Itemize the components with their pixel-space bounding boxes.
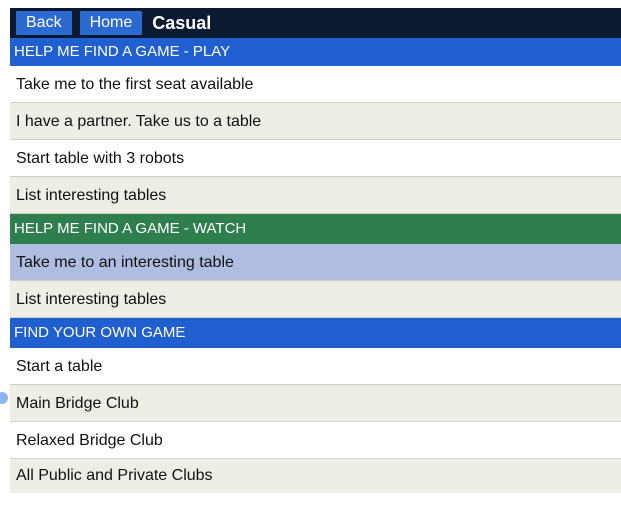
menu-item-first-seat[interactable]: Take me to the first seat available	[10, 66, 621, 103]
top-navigation-bar: Back Home Casual	[10, 8, 621, 38]
home-button[interactable]: Home	[79, 11, 143, 35]
casual-screen: Back Home Casual HELP ME FIND A GAME - P…	[0, 0, 621, 519]
menu-item-relaxed-bridge-club[interactable]: Relaxed Bridge Club	[10, 422, 621, 459]
focus-indicator-dot	[0, 392, 8, 404]
menu-item-start-with-robots[interactable]: Start table with 3 robots	[10, 140, 621, 177]
menu-item-all-clubs[interactable]: All Public and Private Clubs	[10, 459, 621, 493]
menu-item-main-bridge-club[interactable]: Main Bridge Club	[10, 385, 621, 422]
menu-item-partner-table[interactable]: I have a partner. Take us to a table	[10, 103, 621, 140]
page-title: Casual	[152, 13, 212, 33]
menu-item-interesting-table[interactable]: Take me to an interesting table	[10, 244, 621, 281]
menu-item-start-table[interactable]: Start a table	[10, 348, 621, 385]
section-header-play: HELP ME FIND A GAME - PLAY	[10, 38, 621, 66]
menu-item-list-interesting-watch[interactable]: List interesting tables	[10, 281, 621, 318]
section-header-watch: HELP ME FIND A GAME - WATCH	[10, 214, 621, 244]
back-button[interactable]: Back	[16, 11, 72, 35]
section-header-own: FIND YOUR OWN GAME	[10, 318, 621, 348]
game-menu-list: HELP ME FIND A GAME - PLAY Take me to th…	[10, 38, 621, 493]
menu-item-list-interesting-play[interactable]: List interesting tables	[10, 177, 621, 214]
